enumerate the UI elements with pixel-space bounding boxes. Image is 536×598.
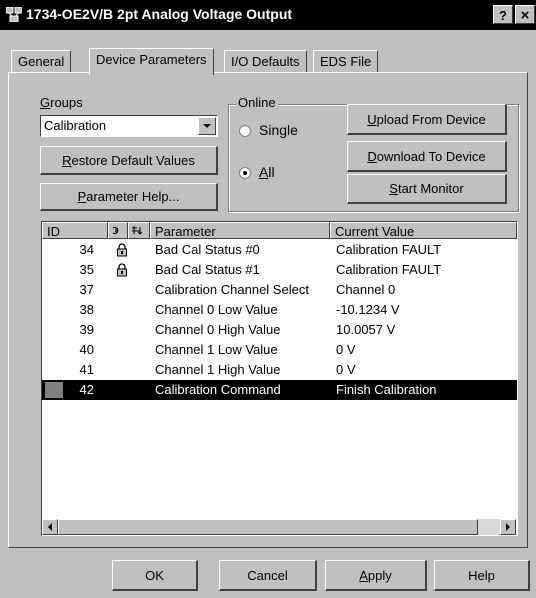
window-title: 1734-OE2V/B 2pt Analog Voltage Output — [26, 6, 293, 22]
row-current-value: 0 V — [336, 342, 356, 357]
row-current-value: Channel 0 — [336, 282, 396, 297]
scroll-right-button[interactable] — [500, 519, 516, 535]
parameter-list[interactable]: ID Parameter Current Value 34 Bad Cal Sta… — [41, 221, 518, 536]
row-id: 42 — [79, 382, 94, 397]
row-id: 40 — [79, 342, 94, 357]
row-parameter: Channel 0 Low Value — [155, 302, 278, 317]
chevron-down-icon — [203, 124, 211, 128]
start-monitor-button[interactable]: Start Monitor — [347, 174, 507, 204]
row-id: 35 — [79, 262, 94, 277]
row-id: 34 — [79, 242, 94, 257]
all-radio-label: All — [259, 164, 275, 180]
row-current-value: -10.1234 V — [336, 302, 400, 317]
table-row[interactable]: 39 Channel 0 High Value 10.0057 V — [42, 320, 517, 340]
table-row[interactable]: 40 Channel 1 Low Value 0 V — [42, 340, 517, 360]
single-radio-label: Single — [259, 122, 298, 138]
tab-general[interactable]: General — [11, 50, 72, 73]
row-current-value: 0 V — [336, 362, 356, 377]
horizontal-scrollbar[interactable] — [42, 519, 516, 535]
table-row[interactable]: 34 Bad Cal Status #0 Calibration FAULT — [42, 240, 517, 260]
row-parameter: Channel 1 Low Value — [155, 342, 278, 357]
row-current-value: 10.0057 V — [336, 322, 396, 337]
all-radio[interactable] — [239, 167, 251, 179]
row-parameter: Calibration Channel Select — [155, 282, 309, 297]
dialog-window: 1734-OE2V/B 2pt Analog Voltage Output ? … — [0, 0, 536, 598]
row-parameter: Channel 1 High Value — [155, 362, 281, 377]
groups-selected-value: Calibration — [44, 118, 107, 133]
tab-device-parameters[interactable]: Device Parameters — [89, 48, 214, 75]
row-current-value: Calibration FAULT — [336, 242, 442, 257]
column-header-id[interactable]: ID — [42, 222, 108, 239]
row-parameter: Bad Cal Status #0 — [155, 242, 260, 257]
close-button[interactable]: × — [515, 5, 535, 24]
groups-combobox[interactable]: Calibration — [40, 115, 218, 137]
tab-io-defaults[interactable]: I/O Defaults — [224, 50, 307, 73]
column-header-parameter[interactable]: Parameter — [150, 222, 330, 239]
sort-column-icon — [132, 226, 143, 235]
row-parameter: Channel 0 High Value — [155, 322, 281, 337]
column-header-current-value[interactable]: Current Value — [330, 222, 517, 239]
arrow-right-icon — [506, 523, 510, 531]
row-id: 41 — [79, 362, 94, 377]
help-title-button[interactable]: ? — [493, 5, 513, 24]
row-id: 37 — [79, 282, 94, 297]
table-row[interactable]: 42 Calibration Command Finish Calibration — [42, 380, 517, 400]
row-id: 39 — [79, 322, 94, 337]
column-header-monitor[interactable] — [108, 222, 128, 239]
monitor-column-icon — [112, 226, 119, 235]
table-row[interactable]: 35 Bad Cal Status #1 Calibration FAULT — [42, 260, 517, 280]
download-to-device-button[interactable]: Download To Device — [347, 141, 507, 172]
table-row[interactable]: 38 Channel 0 Low Value -10.1234 V — [42, 300, 517, 320]
scroll-left-button[interactable] — [42, 519, 58, 535]
single-radio[interactable] — [239, 125, 251, 137]
table-row[interactable]: 37 Calibration Channel Select Channel 0 — [42, 280, 517, 300]
combobox-dropdown-button[interactable] — [198, 117, 216, 135]
lock-icon — [115, 243, 129, 257]
ok-button[interactable]: OK — [112, 560, 198, 591]
lock-icon — [115, 263, 129, 277]
radio-selected-dot — [243, 171, 247, 175]
apply-button[interactable]: Apply — [325, 560, 427, 591]
row-parameter: Bad Cal Status #1 — [155, 262, 260, 277]
groups-label: Groups — [40, 95, 83, 110]
device-network-icon — [6, 7, 22, 22]
parameter-help-button[interactable]: Parameter Help... — [40, 183, 218, 211]
upload-from-device-button[interactable]: Upload From Device — [347, 104, 507, 135]
table-row[interactable]: 41 Channel 1 High Value 0 V — [42, 360, 517, 380]
row-selection-marker — [45, 382, 63, 398]
help-button[interactable]: Help — [434, 560, 530, 591]
cancel-button[interactable]: Cancel — [219, 560, 317, 591]
scrollbar-thumb[interactable] — [58, 519, 478, 535]
title-bar[interactable]: 1734-OE2V/B 2pt Analog Voltage Output ? … — [0, 0, 536, 30]
row-id: 38 — [79, 302, 94, 317]
tab-eds-file[interactable]: EDS File — [313, 50, 379, 73]
column-header-sort[interactable] — [128, 222, 150, 239]
row-current-value: Calibration FAULT — [336, 262, 442, 277]
row-current-value: Finish Calibration — [336, 382, 437, 397]
online-groupbox-title: Online — [236, 95, 278, 110]
arrow-left-icon — [48, 523, 52, 531]
restore-default-values-button[interactable]: Restore Default Values — [40, 146, 218, 175]
row-parameter: Calibration Command — [155, 382, 281, 397]
